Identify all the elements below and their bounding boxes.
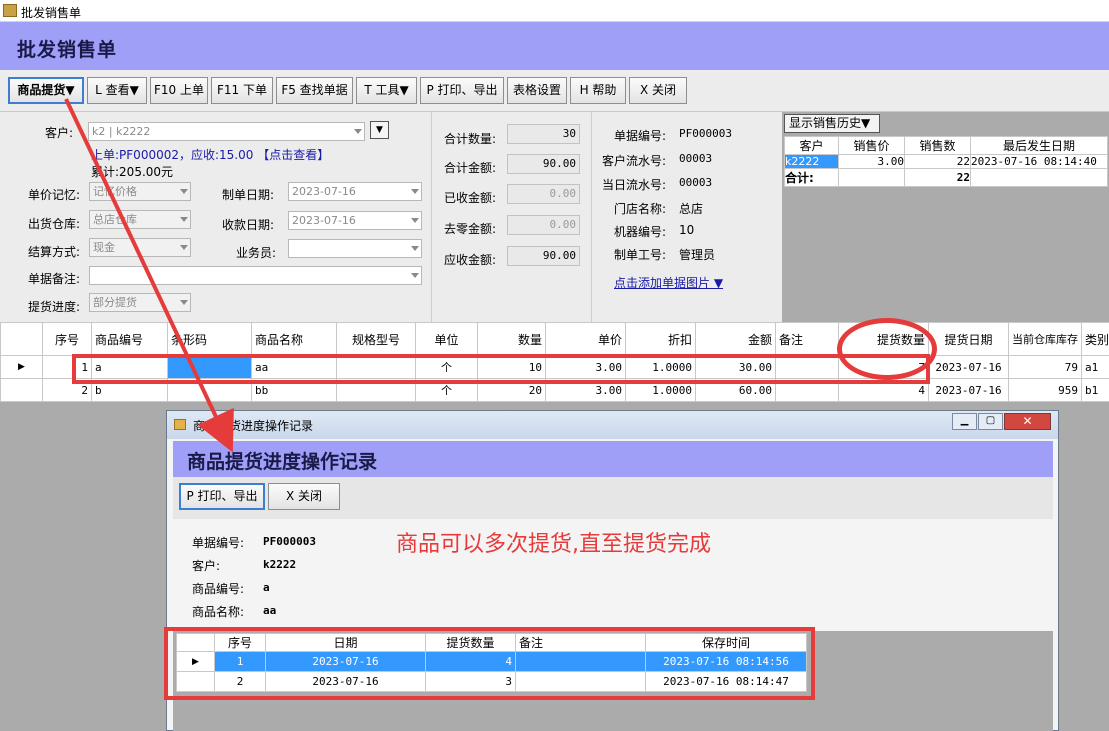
annotation-arrow	[64, 98, 234, 453]
